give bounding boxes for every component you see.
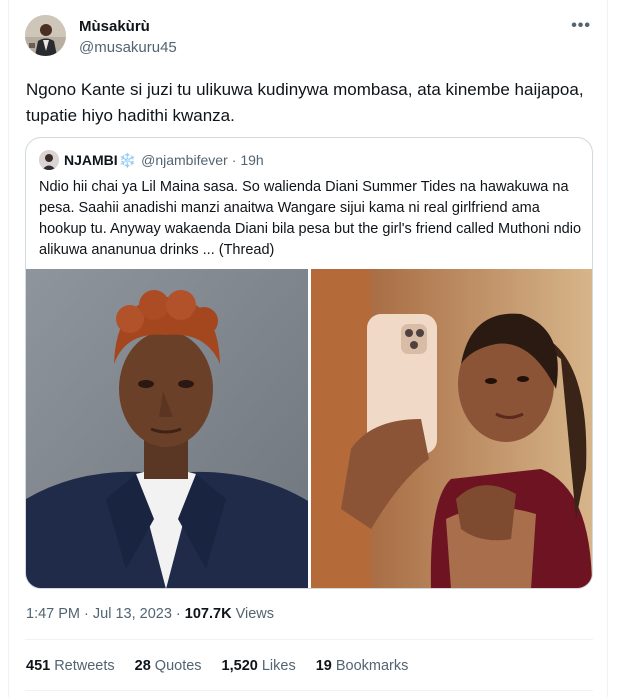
separator-dot: · (231, 152, 237, 168)
quotes-label: Quotes (154, 658, 202, 674)
likes-label: Likes (261, 658, 296, 674)
photo-man-graphic (26, 269, 308, 588)
quoted-media (26, 269, 592, 588)
likes-count: 1,520 (221, 658, 258, 674)
quoted-timestamp[interactable]: 19h (240, 152, 263, 168)
author-avatar[interactable] (25, 15, 66, 56)
likes-stat[interactable]: 1,520 Likes (222, 658, 296, 674)
quoted-tweet-text: Ndio hii chai ya Lil Maina sasa. So wali… (39, 179, 582, 258)
avatar-image (25, 15, 66, 56)
retweets-label: Retweets (54, 658, 115, 674)
bookmarks-stat[interactable]: 19 Bookmarks (316, 658, 409, 674)
tweet-meta: 1:47 PM · Jul 13, 2023 · 107.7K Views (26, 606, 274, 622)
quoted-author-avatar[interactable] (39, 150, 59, 170)
quoted-tweet-card[interactable]: NJAMBI ❄️ @njambifever · 19h Ndio hii ch… (25, 137, 593, 589)
tweet-header: Mùsakùrù @musakuru45 ••• (25, 15, 593, 61)
tweet-timestamp[interactable]: 1:47 PM · Jul 13, 2023 · (26, 606, 181, 622)
author-name[interactable]: Mùsakùrù (79, 18, 150, 35)
photo-woman-graphic (311, 269, 592, 588)
retweets-stat[interactable]: 451 Retweets (26, 658, 115, 674)
quoted-tweet-header: NJAMBI ❄️ @njambifever · 19h (39, 150, 264, 170)
quotes-count: 28 (134, 658, 151, 674)
quoted-author-handle[interactable]: @njambifever (141, 152, 228, 168)
quoted-author-name[interactable]: NJAMBI (64, 152, 118, 168)
photo-man-portrait[interactable] (26, 269, 308, 588)
quotes-stat[interactable]: 28 Quotes (135, 658, 202, 674)
views-label: Views (235, 606, 274, 622)
photo-woman-selfie[interactable] (311, 269, 592, 588)
tweet-text: Ngono Kante si juzi tu ulikuwa kudinywa … (26, 80, 584, 125)
engagement-stats: 451 Retweets 28 Quotes 1,520 Likes 19 Bookma… (26, 658, 428, 674)
more-options-icon[interactable]: ••• (571, 17, 591, 35)
quoted-avatar-image (39, 150, 59, 170)
bookmarks-label: Bookmarks (335, 658, 409, 674)
retweets-count: 451 (26, 658, 51, 674)
bookmarks-count: 19 (315, 658, 332, 674)
views-count: 107.7K (184, 606, 232, 622)
author-handle[interactable]: @musakuru45 (79, 39, 177, 56)
snowflake-icon: ❄️ (118, 151, 137, 168)
divider-top (25, 639, 593, 640)
divider-bottom (25, 690, 593, 691)
